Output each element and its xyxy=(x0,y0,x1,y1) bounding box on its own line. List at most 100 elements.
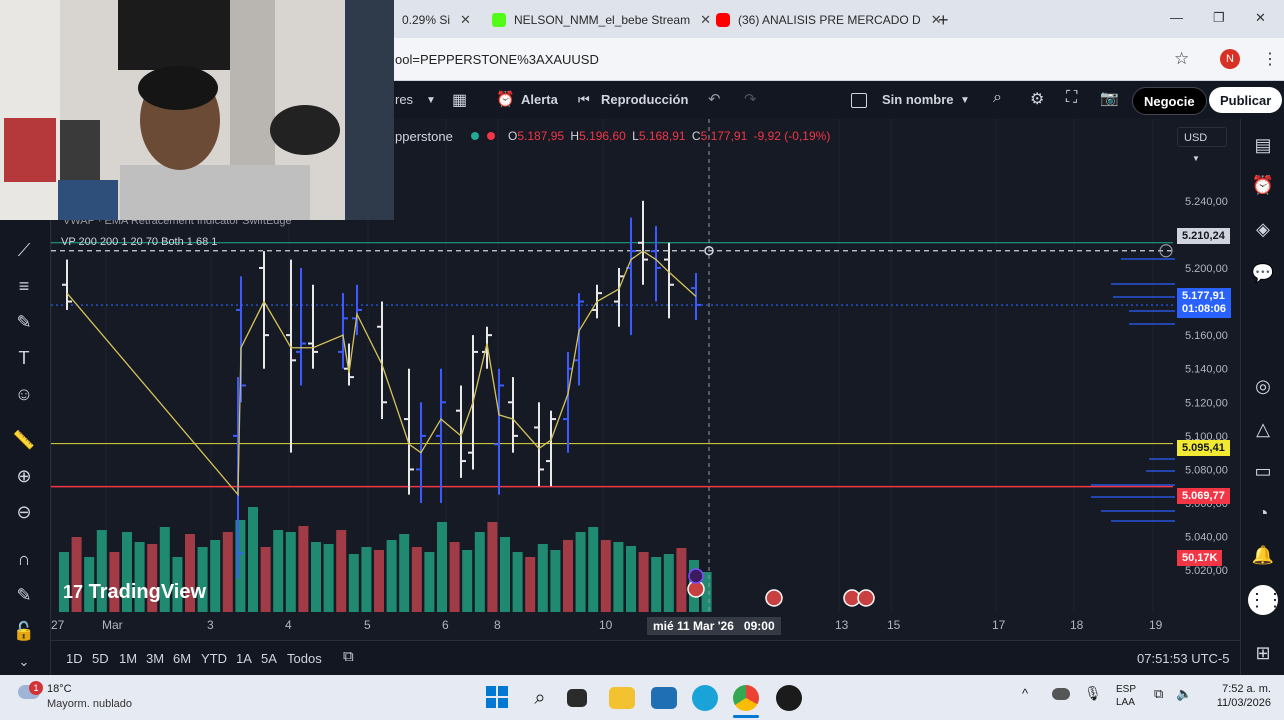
price-axis-tick: 5.240,00 xyxy=(1185,196,1228,208)
camera-icon[interactable]: 📷 xyxy=(1100,89,1119,107)
search-icon[interactable]: ⌕ xyxy=(527,685,553,711)
task-view-icon[interactable] xyxy=(567,689,587,707)
close-icon[interactable]: ✕ xyxy=(700,12,711,28)
start-icon[interactable] xyxy=(485,685,511,711)
profile-avatar[interactable]: N xyxy=(1220,49,1240,69)
microphone-icon[interactable]: 🎙 xyxy=(1084,685,1102,702)
webcam-image xyxy=(0,0,394,220)
edge-icon[interactable] xyxy=(692,685,718,711)
weather-temp[interactable]: 18°C xyxy=(47,683,72,695)
trade-button[interactable]: Negocie xyxy=(1132,87,1207,115)
language-indicator[interactable]: ESP LAA xyxy=(1116,684,1136,708)
range-todos[interactable]: Todos xyxy=(287,651,322,666)
redo-icon[interactable]: ↷ xyxy=(744,90,757,108)
collapse-icon[interactable]: ⌄ xyxy=(12,650,36,674)
alerts-clock-icon[interactable]: ⏰ xyxy=(1251,173,1275,197)
file-explorer-icon[interactable] xyxy=(609,687,635,709)
weather-desc[interactable]: Mayorm. nublado xyxy=(47,698,132,710)
volume-bar xyxy=(676,548,687,612)
ideas-icon[interactable]: △ xyxy=(1251,417,1275,441)
chrome-icon[interactable] xyxy=(733,685,759,711)
volume-bar xyxy=(512,552,523,612)
trend-line-icon[interactable]: ⟋ xyxy=(12,238,36,262)
chat-icon[interactable]: 💬 xyxy=(1251,261,1275,285)
chevron-down-icon[interactable]: ▼ xyxy=(426,95,436,106)
menu-dots-icon[interactable]: ⋮ xyxy=(1262,49,1278,69)
tab-kick-stream[interactable]: NELSON_NMM_el_bebe Stream ✕ xyxy=(492,6,711,34)
symbol-exchange[interactable]: pperstone xyxy=(395,129,453,144)
volume-bar xyxy=(588,527,599,612)
star-icon[interactable]: ☆ xyxy=(1174,49,1189,69)
date-range-icon[interactable]: ⧉ xyxy=(343,648,354,665)
volume-bar xyxy=(285,532,296,612)
replay-button[interactable]: Reproducción xyxy=(601,92,688,107)
volume-bar xyxy=(386,540,397,612)
tab-tradingview[interactable]: 0.29% Si ✕ xyxy=(402,6,471,34)
range-1a[interactable]: 1A xyxy=(236,651,252,666)
range-5a[interactable]: 5A xyxy=(261,651,277,666)
apps-grid-icon[interactable]: ⋮⋮ xyxy=(1248,585,1284,615)
search-icon[interactable]: ⌕ xyxy=(993,89,1002,107)
publish-button[interactable]: Publicar xyxy=(1209,87,1283,113)
close-icon[interactable]: ✕ xyxy=(460,12,471,28)
settings-icon[interactable]: ⚙ xyxy=(1030,89,1044,109)
tray-app-icon[interactable] xyxy=(1052,688,1070,700)
range-3m[interactable]: 3M xyxy=(146,651,164,666)
network-icon[interactable]: ⧉ xyxy=(1154,686,1163,702)
range-ytd[interactable]: YTD xyxy=(201,651,227,666)
zoom-in-icon[interactable]: ⊕ xyxy=(12,464,36,488)
ruler-icon[interactable]: 📏 xyxy=(12,428,36,452)
economic-event-flag xyxy=(857,589,875,607)
brush-icon[interactable]: ✎ xyxy=(12,310,36,334)
layers-icon[interactable]: ◈ xyxy=(1251,217,1275,241)
layout-name[interactable]: Sin nombre xyxy=(882,92,954,107)
system-clock[interactable]: 7:52 a. m. 11/03/2026 xyxy=(1207,683,1271,709)
layout-grid-icon[interactable]: ▦ xyxy=(452,90,467,110)
volume-bar xyxy=(663,554,674,612)
app-icon[interactable] xyxy=(776,685,802,711)
target-icon[interactable]: ◎ xyxy=(1251,374,1275,398)
event-flag xyxy=(688,568,704,584)
lock-icon[interactable]: 🔓 xyxy=(12,619,36,643)
windows-taskbar: 1 18°C Mayorm. nublado ⌕ ^ 🎙 ESP LAA ⧉ 🔈 … xyxy=(0,675,1284,720)
volume-bar xyxy=(600,540,611,612)
chevron-up-icon[interactable]: ^ xyxy=(1022,686,1028,701)
time-axis-tick: 17 xyxy=(992,618,1006,632)
alert-button[interactable]: Alerta xyxy=(521,92,558,107)
range-1m[interactable]: 1M xyxy=(119,651,137,666)
undo-icon[interactable]: ↶ xyxy=(708,90,721,108)
volume-bar xyxy=(537,544,548,612)
fullscreen-icon[interactable]: ⛶ xyxy=(1066,89,1077,107)
volume-bar xyxy=(550,550,561,612)
notifications-icon[interactable]: 🔔 xyxy=(1251,543,1275,567)
magnet-icon[interactable]: ∩ xyxy=(12,547,36,571)
emoji-icon[interactable]: ☺ xyxy=(12,382,36,406)
close-window-icon[interactable]: ✕ xyxy=(1255,10,1266,26)
indicators-button[interactable]: res xyxy=(395,92,413,107)
range-1d[interactable]: 1D xyxy=(66,651,83,666)
store-icon[interactable] xyxy=(651,687,677,709)
volume-icon[interactable]: 🔈 xyxy=(1176,686,1192,702)
fib-icon[interactable]: ≡ xyxy=(12,274,36,298)
tab-youtube[interactable]: (36) ANALISIS PRE MERCADO D ✕ xyxy=(716,6,942,34)
calendar-icon[interactable]: ▭ xyxy=(1251,459,1275,483)
new-tab-button[interactable]: + xyxy=(938,6,949,34)
watchlist-icon[interactable]: ▤ xyxy=(1251,133,1275,157)
layout-checkbox-icon[interactable] xyxy=(851,93,867,108)
price-axis-tick: 5.160,00 xyxy=(1185,330,1228,342)
clock-timezone[interactable]: 07:51:53 UTC-5 xyxy=(1137,651,1230,666)
indicator-legend-2[interactable]: VP 200 200 1 20 70 Both 1 68 1 xyxy=(61,236,217,248)
help-icon[interactable]: ⊞ xyxy=(1251,641,1275,665)
currency-select[interactable]: USD ▼ xyxy=(1177,127,1227,163)
chevron-down-icon[interactable]: ▼ xyxy=(960,95,970,106)
time-axis-tick: 3 xyxy=(207,618,214,632)
range-5d[interactable]: 5D xyxy=(92,651,109,666)
text-icon[interactable]: T xyxy=(12,346,36,370)
url-field[interactable]: ool=PEPPERSTONE%3AXAUUSD xyxy=(395,52,599,67)
minimize-icon[interactable]: — xyxy=(1170,10,1183,25)
zoom-out-icon[interactable]: ⊖ xyxy=(12,500,36,524)
restore-icon[interactable]: ❐ xyxy=(1213,10,1225,26)
lock-drawing-icon[interactable]: ✎ xyxy=(12,583,36,607)
stream-icon[interactable]: ◔ xyxy=(1251,501,1275,525)
range-6m[interactable]: 6M xyxy=(173,651,191,666)
